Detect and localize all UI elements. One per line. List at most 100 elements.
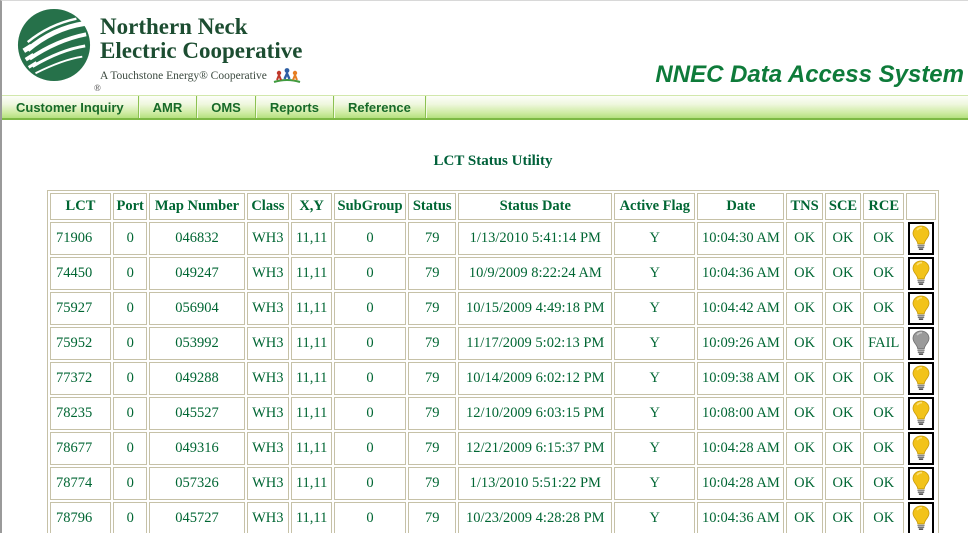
cell-bulb xyxy=(906,292,936,325)
cell-map-number: 053992 xyxy=(149,327,244,360)
system-title: NNEC Data Access System xyxy=(655,61,964,89)
cell-sce: OK xyxy=(825,222,861,255)
cell-map-number: 045527 xyxy=(149,397,244,430)
cell-bulb xyxy=(906,502,936,533)
lightbulb-on-icon[interactable] xyxy=(908,257,934,290)
cell-status-date: 11/17/2009 5:02:13 PM xyxy=(458,327,612,360)
cell-map-number: 049288 xyxy=(149,362,244,395)
cell-active-flag: Y xyxy=(614,432,695,465)
cell-xy: 11,11 xyxy=(291,467,332,500)
table-row-lct-75952: 759520053992WH311,1107911/17/2009 5:02:1… xyxy=(50,327,936,360)
column-header-x-y: X,Y xyxy=(291,193,332,220)
cell-subgroup: 0 xyxy=(334,292,406,325)
cell-class: WH3 xyxy=(247,432,290,465)
cell-port: 0 xyxy=(113,257,148,290)
cell-active-flag: Y xyxy=(614,467,695,500)
cell-date: 10:09:26 AM xyxy=(697,327,784,360)
nav-item-reports[interactable]: Reports xyxy=(256,96,334,118)
cell-lct: 71906 xyxy=(50,222,111,255)
cell-port: 0 xyxy=(113,327,148,360)
lightbulb-on-icon[interactable] xyxy=(908,502,934,533)
cell-class: WH3 xyxy=(247,467,290,500)
cell-lct: 75952 xyxy=(50,327,111,360)
table-row-lct-77372: 773720049288WH311,1107910/14/2009 6:02:1… xyxy=(50,362,936,395)
cell-rce: OK xyxy=(863,397,904,430)
cell-port: 0 xyxy=(113,222,148,255)
cell-status-date: 1/13/2010 5:51:22 PM xyxy=(458,467,612,500)
column-header-tns: TNS xyxy=(786,193,822,220)
lightbulb-on-icon[interactable] xyxy=(908,467,934,500)
cell-active-flag: Y xyxy=(614,222,695,255)
cell-xy: 11,11 xyxy=(291,257,332,290)
cell-active-flag: Y xyxy=(614,292,695,325)
cell-class: WH3 xyxy=(247,327,290,360)
cell-port: 0 xyxy=(113,432,148,465)
nav-item-amr[interactable]: AMR xyxy=(139,96,198,118)
lct-status-table: LCTPortMap NumberClassX,YSubGroupStatusS… xyxy=(47,190,939,533)
cell-rce: OK xyxy=(863,222,904,255)
cell-bulb xyxy=(906,327,936,360)
lightbulb-off-icon[interactable] xyxy=(908,327,934,360)
cell-subgroup: 0 xyxy=(334,327,406,360)
cell-status-date: 12/21/2009 6:15:37 PM xyxy=(458,432,612,465)
cell-active-flag: Y xyxy=(614,327,695,360)
lightbulb-on-icon[interactable] xyxy=(908,432,934,465)
cell-lct: 74450 xyxy=(50,257,111,290)
nav-item-reference[interactable]: Reference xyxy=(334,96,426,118)
column-header-date: Date xyxy=(697,193,784,220)
column-header-subgroup: SubGroup xyxy=(334,193,406,220)
cell-bulb xyxy=(906,432,936,465)
cell-map-number: 056904 xyxy=(149,292,244,325)
page-title: LCT Status Utility xyxy=(47,153,939,170)
lightbulb-on-icon[interactable] xyxy=(908,222,934,255)
cell-lct: 78796 xyxy=(50,502,111,533)
cell-bulb xyxy=(906,467,936,500)
cell-status: 79 xyxy=(408,362,456,395)
cell-bulb xyxy=(906,257,936,290)
nav-item-oms[interactable]: OMS xyxy=(197,96,256,118)
cell-status: 79 xyxy=(408,467,456,500)
cell-xy: 11,11 xyxy=(291,502,332,533)
cell-sce: OK xyxy=(825,292,861,325)
cell-sce: OK xyxy=(825,502,861,533)
cell-bulb xyxy=(906,222,936,255)
cell-status: 79 xyxy=(408,397,456,430)
cell-subgroup: 0 xyxy=(334,257,406,290)
column-header-status-date: Status Date xyxy=(458,193,612,220)
cell-status-date: 10/23/2009 4:28:28 PM xyxy=(458,502,612,533)
cell-status: 79 xyxy=(408,222,456,255)
table-header-row: LCTPortMap NumberClassX,YSubGroupStatusS… xyxy=(50,193,936,220)
table-row-lct-78796: 787960045727WH311,1107910/23/2009 4:28:2… xyxy=(50,502,936,533)
lightbulb-on-icon[interactable] xyxy=(908,292,934,325)
cell-status-date: 10/15/2009 4:49:18 PM xyxy=(458,292,612,325)
table-row-lct-78677: 786770049316WH311,1107912/21/2009 6:15:3… xyxy=(50,432,936,465)
column-header-status: Status xyxy=(408,193,456,220)
coop-name-line1: Northern Neck xyxy=(100,15,302,39)
column-header-bulb xyxy=(906,193,936,220)
cell-tns: OK xyxy=(786,467,822,500)
lightbulb-on-icon[interactable] xyxy=(908,362,934,395)
cell-status: 79 xyxy=(408,502,456,533)
column-header-class: Class xyxy=(247,193,290,220)
column-header-active-flag: Active Flag xyxy=(614,193,695,220)
cell-date: 10:04:28 AM xyxy=(697,432,784,465)
nav-item-customer-inquiry[interactable]: Customer Inquiry xyxy=(2,96,139,118)
cell-tns: OK xyxy=(786,362,822,395)
lightbulb-on-icon[interactable] xyxy=(908,397,934,430)
cell-tns: OK xyxy=(786,502,822,533)
cell-rce: FAIL xyxy=(863,327,904,360)
coop-logo: ® Northern Neck Electric Cooperative A T… xyxy=(16,7,302,85)
cell-port: 0 xyxy=(113,397,148,430)
cell-class: WH3 xyxy=(247,292,290,325)
cell-port: 0 xyxy=(113,292,148,325)
cell-sce: OK xyxy=(825,432,861,465)
cell-active-flag: Y xyxy=(614,362,695,395)
cell-status: 79 xyxy=(408,257,456,290)
touchstone-energy-icon xyxy=(272,67,302,85)
cell-status: 79 xyxy=(408,292,456,325)
cell-class: WH3 xyxy=(247,222,290,255)
cell-status-date: 1/13/2010 5:41:14 PM xyxy=(458,222,612,255)
table-row-lct-74450: 744500049247WH311,1107910/9/2009 8:22:24… xyxy=(50,257,936,290)
table-row-lct-78774: 787740057326WH311,110791/13/2010 5:51:22… xyxy=(50,467,936,500)
cell-date: 10:08:00 AM xyxy=(697,397,784,430)
